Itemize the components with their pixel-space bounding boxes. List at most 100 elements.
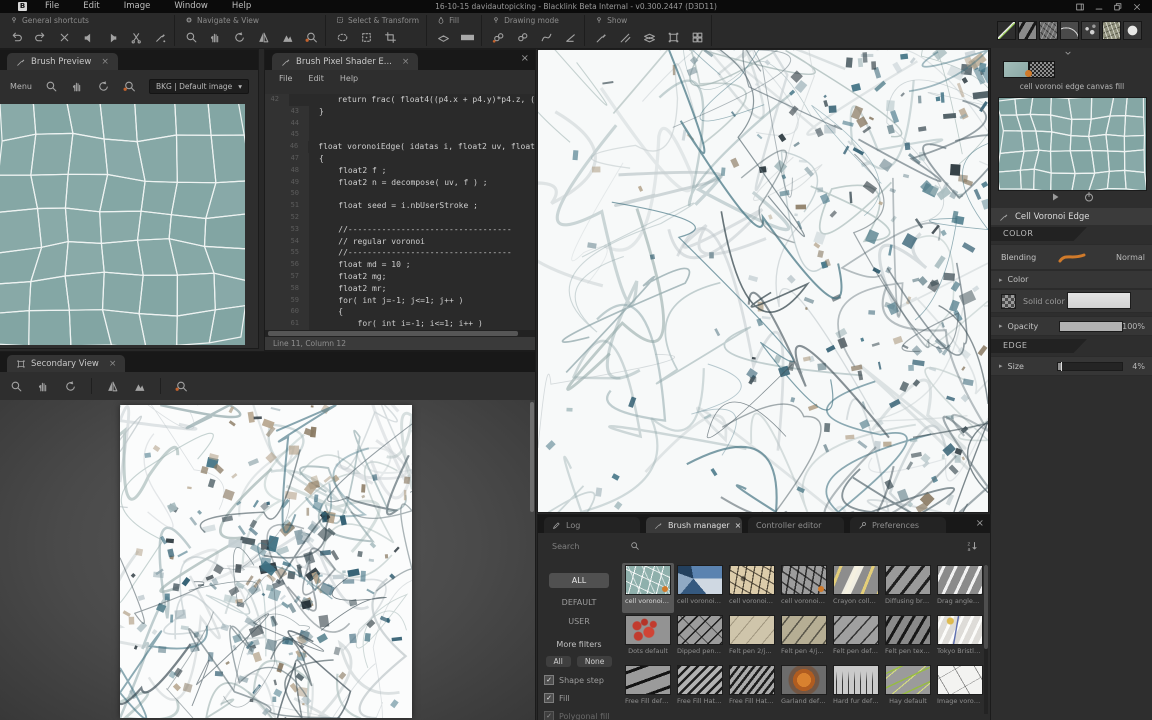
search-icon[interactable] [10,380,23,393]
brush-item[interactable]: Free Fill default [622,663,674,713]
brush-item[interactable]: Felt pen textur... [882,613,934,663]
brush-item[interactable]: Garland default [778,663,830,713]
brush-thumbnail[interactable] [885,565,931,595]
brush-thumbnail[interactable] [781,565,827,595]
pan-icon[interactable] [71,80,84,93]
flip-icon[interactable] [257,31,270,44]
close-x-icon[interactable] [1132,2,1142,12]
power-icon[interactable] [1083,191,1095,203]
crop-icon[interactable] [384,31,397,44]
brush-item[interactable]: Dots default [622,613,674,663]
horizontal-scrollbar[interactable] [265,330,535,337]
brush-item[interactable]: Hay default [882,663,934,713]
mip-icon[interactable] [281,31,294,44]
play-icon[interactable] [1049,191,1061,203]
rotate-icon[interactable] [233,31,246,44]
brush-preset-eyedrop[interactable] [997,21,1016,40]
secondary-scrollbar-thumb[interactable] [530,402,534,512]
flip-icon[interactable] [106,380,119,393]
brush-thumbnail[interactable] [625,615,671,645]
brush-thumbnail[interactable] [937,615,983,645]
brush-item[interactable]: Felt pen 4/ju... [778,613,830,663]
mip-icon[interactable] [133,380,146,393]
blending-row[interactable]: Blending Normal [991,244,1152,270]
opacity-row[interactable]: ▸ Opacity 100% [991,316,1152,336]
menu-file[interactable]: File [33,0,71,13]
brush-preset-spatter[interactable] [1081,21,1100,40]
rotate-icon[interactable] [64,380,77,393]
brush-dot-icon[interactable] [154,31,167,44]
brush-item[interactable]: cell voronoi ed... [778,563,830,613]
brush-thumbnail[interactable] [885,615,931,645]
category-all[interactable]: ALL [549,573,609,588]
merge-up-icon[interactable] [106,31,119,44]
opacity-slider[interactable] [1059,321,1123,332]
tab-controller-editor[interactable]: Controller editor [748,517,844,533]
brush-variant-noise[interactable] [1029,61,1055,78]
brush2-icon[interactable] [595,31,608,44]
section-tab-color[interactable]: COLOR [991,227,1087,241]
brush-item[interactable]: Free Fill Hatchi... [674,663,726,713]
expand-arrow-icon[interactable]: ▸ [999,362,1003,370]
dock-icon[interactable] [1075,2,1085,12]
size-slider-thumb[interactable] [1061,362,1063,371]
secondary-view-canvas[interactable] [0,400,535,720]
brush-preset-curve[interactable] [1060,21,1079,40]
brush-thumbnail[interactable] [781,665,827,695]
brush-item[interactable]: Diffusing bristle... [882,563,934,613]
brush-thumbnail[interactable] [729,565,775,595]
brush-thumbnail[interactable] [677,565,723,595]
checker-swatch-icon[interactable] [1001,294,1016,309]
filter-all-button[interactable]: All [546,656,571,667]
filter-checkbox-fill[interactable]: ✓Fill [544,693,614,703]
brush-item[interactable]: cell voronoi ge... [674,563,726,613]
brush-item[interactable]: cell voronoi fill... [726,563,778,613]
tab-secondary-view[interactable]: Secondary View × [7,355,125,372]
brush-thumbnail[interactable] [729,615,775,645]
brush-preset-leaf[interactable] [1102,21,1121,40]
search-input[interactable] [550,541,624,552]
brush-thumbnail[interactable] [937,665,983,695]
brush-item[interactable]: Free Fill Hatchi... [726,663,778,713]
brush-item[interactable]: Crayon collage... [830,563,882,613]
frame-dots-icon[interactable] [667,31,680,44]
search-icon[interactable] [185,31,198,44]
search-icon[interactable] [630,541,640,551]
close-icon[interactable]: × [735,521,742,530]
expand-arrow-icon[interactable]: ▸ [999,322,1003,330]
category-default[interactable]: DEFAULT [562,598,597,607]
checkbox-icon[interactable]: ✓ [544,675,554,685]
sort-az-icon[interactable]: za [966,540,978,552]
main-canvas[interactable] [538,50,988,512]
editor-menu-edit[interactable]: Edit [308,74,324,83]
category-user[interactable]: USER [568,617,590,626]
rotate-icon[interactable] [97,80,110,93]
expand-arrow-icon[interactable]: ▸ [999,276,1003,284]
brush-item[interactable]: cell voronoi ed... [622,563,674,613]
brush-thumbnail[interactable] [833,615,879,645]
menu-window[interactable]: Window [162,0,220,13]
brush-thumbnail[interactable] [625,665,671,695]
brush-preset-felt-texture[interactable] [1018,21,1037,40]
pan-icon[interactable] [209,31,222,44]
search-icon[interactable] [45,80,58,93]
color-row[interactable]: ▸ Color [991,270,1152,289]
panel-close-icon[interactable]: × [976,518,984,529]
undo-icon[interactable] [10,31,23,44]
brush-name-header[interactable]: Cell Voronoi Edge [991,208,1152,225]
brush-item[interactable]: Dipped pen wit... [674,613,726,663]
brush-stroke-preview[interactable] [999,98,1146,190]
brush-thumbnail[interactable] [885,665,931,695]
marquee-icon[interactable] [360,31,373,44]
pan-icon[interactable] [37,380,50,393]
filter-checkbox-shape-step[interactable]: ✓Shape step [544,675,614,685]
brush-item[interactable]: Hard fur default [830,663,882,713]
tab-brush-pixel-shader[interactable]: Brush Pixel Shader E... × [272,53,418,70]
checkbox-icon[interactable]: ✓ [544,711,554,720]
filter-none-button[interactable]: None [577,656,613,667]
pen-slash-icon[interactable] [619,31,632,44]
filter-checkbox-polygonal-fill[interactable]: ✓Polygonal fill [544,711,614,720]
brush-item[interactable]: Drag angled ce... [934,563,986,613]
collapse-chevron-icon[interactable] [1063,48,1073,58]
grid-scrollbar[interactable] [984,565,988,714]
